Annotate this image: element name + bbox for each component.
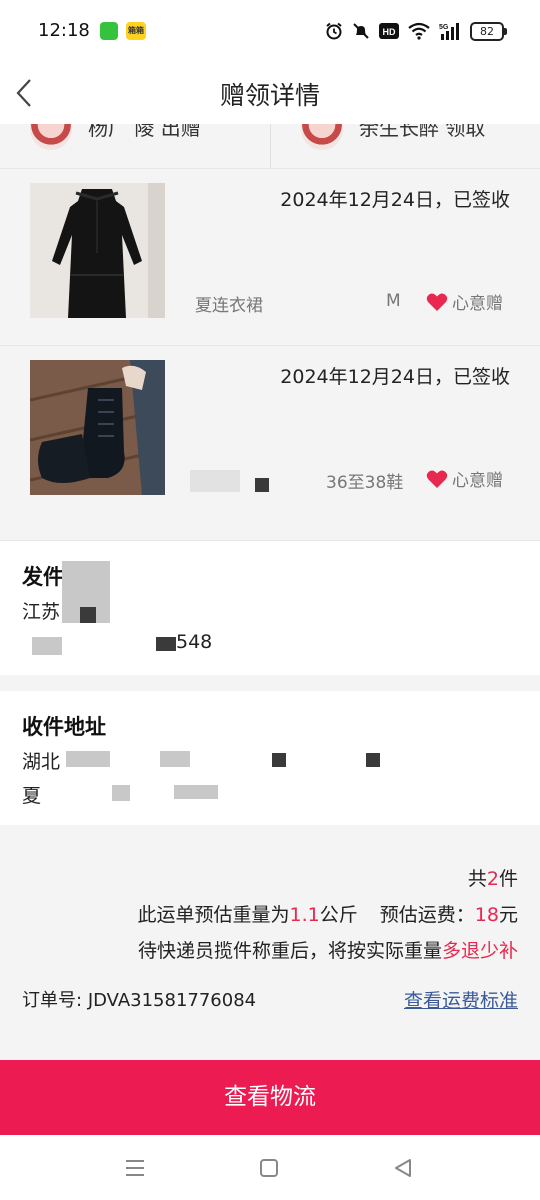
wifi-icon [408,22,430,40]
svg-text:HD: HD [383,27,396,37]
users-row: 杨广 陵 出赠 余生长醉 领取 [0,124,540,169]
svg-text:5G: 5G [439,24,449,31]
signal-5g-icon: 5G [439,23,459,40]
redacted-block [174,785,218,799]
giver-text: 杨广 陵 出赠 [88,124,201,140]
gift-item[interactable]: 2024年12月24日，已签收 夏连衣裙 M 心意赠 [0,169,540,346]
fee-standard-link[interactable]: 查看运费标准 [404,986,518,1013]
redacted-block [190,470,240,492]
sender-address-line: 548 [176,631,213,653]
item-name: 夏连衣裙 [195,296,263,316]
receiver-address-line: 夏 [22,785,42,807]
tag-label: 心意赠 [452,294,503,314]
item-count: 共2件 [467,868,518,890]
receiver-address-title: 收件地址 [22,715,106,739]
weight-fee-line: 此运单预估重量为1.1公斤 预估运费：18元 [137,904,518,926]
status-time: 12:18 [38,20,90,41]
app-badge-icon: 箱箱 [126,22,146,40]
redacted-block [80,607,96,623]
receiver-text: 余生长醉 领取 [359,124,486,140]
redacted-block [366,753,380,767]
menu-icon[interactable] [120,1153,150,1183]
hd-icon: HD [379,23,399,39]
heart-icon [426,293,448,311]
redacted-block [66,751,110,767]
battery-icon: 82 [470,21,507,41]
gift-tag: 心意赠 [426,466,503,491]
redacted-block [112,785,130,801]
product-thumbnail [30,360,165,495]
refund-note: 待快递员揽件称重后，将按实际重量多退少补 [137,940,518,962]
redacted-block [255,478,269,492]
sender-address-section: 发件地址 江苏 548 [0,541,540,675]
order-number: 订单号: JDVA31581776084 [22,990,257,1011]
status-bar: 12:18 箱箱 HD 5G 82 [0,0,540,62]
product-thumbnail [30,183,165,318]
header-bar: 赠领详情 [0,62,540,124]
receiver-address-section: 收件地址 湖北 夏 [0,691,540,825]
view-logistics-button[interactable]: 查看物流 [0,1060,540,1135]
page-title: 赠领详情 [219,81,320,110]
gift-item[interactable]: 2024年12月24日，已签收 36至38鞋 心意赠 [0,346,540,541]
mute-bell-icon [353,23,369,39]
redacted-block [272,753,286,767]
redacted-block [156,637,176,651]
item-size: M [386,291,401,311]
back-triangle-icon[interactable] [388,1153,418,1183]
system-nav-bar [0,1135,540,1200]
receiver-avatar [301,124,343,150]
sender-address-line: 江苏 [22,601,61,623]
giver-avatar [30,124,72,150]
wechat-app-icon [100,22,118,40]
redacted-block [160,751,190,767]
giver-cell: 杨广 陵 出赠 [0,124,270,168]
home-icon[interactable] [254,1153,284,1183]
redacted-block [32,637,62,655]
heart-icon [426,470,448,488]
receiver-cell: 余生长醉 领取 [270,124,540,168]
receiver-address-line: 湖北 [22,751,61,773]
gift-tag: 心意赠 [426,289,503,314]
item-date-status: 2024年12月24日，已签收 [280,189,510,211]
shipping-summary: 共2件 此运单预估重量为1.1公斤 预估运费：18元 待快递员揽件称重后，将按实际… [0,826,540,1060]
item-size: 36至38鞋 [326,473,404,493]
alarm-icon [326,22,342,40]
status-icons: HD 5G 82 [325,18,507,44]
tag-label: 心意赠 [452,471,503,491]
item-date-status: 2024年12月24日，已签收 [280,366,510,388]
